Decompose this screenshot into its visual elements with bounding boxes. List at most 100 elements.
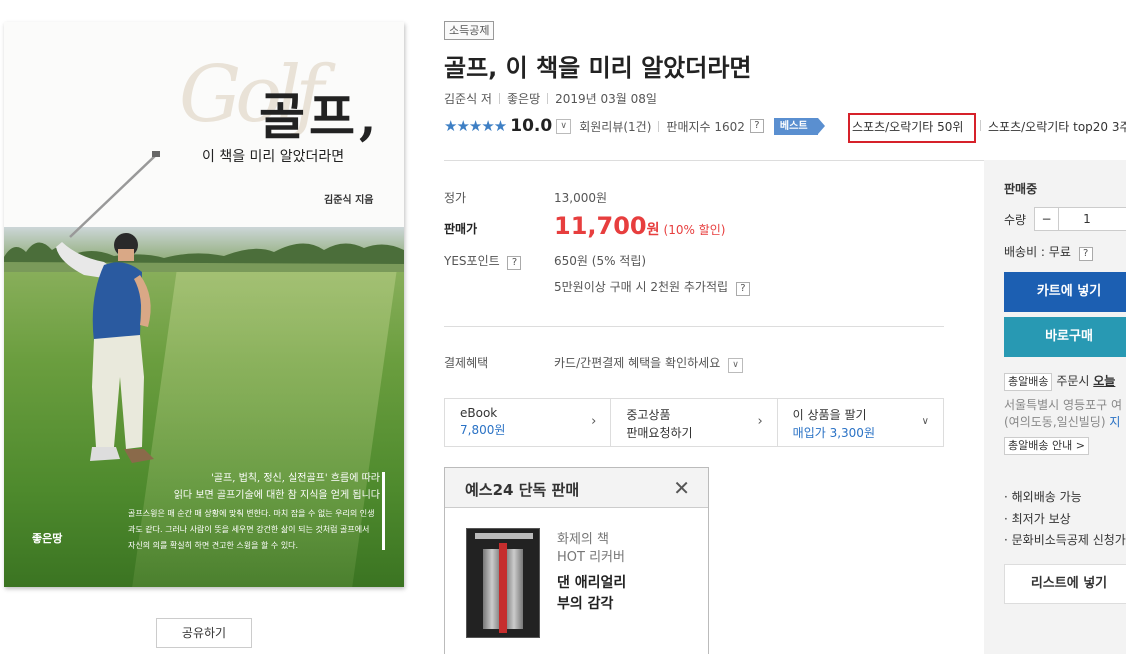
used-option-title: 중고상품 [626,408,671,422]
book-cover-image[interactable]: Golf 골프, 이 책을 미리 알았더라면 김준식 지음 '골프, 법칙, 정… [4,22,404,587]
delivery-address-line1: 서울특별시 영등포구 여 [1004,398,1123,412]
yes-point-value: 650원 (5% 적립) [554,254,647,268]
book-meta-row: 김준식 저 좋은땅 2019년 03월 08일 [444,90,657,107]
exclusive-header-title: 예스24 단독 판매 [465,481,580,499]
ebook-option-title: eBook [460,406,498,420]
publisher-link[interactable]: 좋은땅 [507,92,540,106]
discount-rate: (10% 할인) [663,223,726,237]
cover-blurb-line2: 읽다 보면 골프기술에 대한 참 지식을 얻게 됩니다 [173,490,380,501]
add-to-cart-button[interactable]: 카트에 넣기 [1004,272,1126,312]
exclusive-sale-popup: 예스24 단독 판매 ✕ 화제의 책 HOT 리커버 댄 애리얼리 부의 감각 [444,467,709,654]
publish-date: 2019년 03월 08일 [555,92,657,106]
other-formats-box: eBook 7,800원 › 중고상품 판매요청하기 › 이 상품을 팔기 매입… [444,398,944,447]
cover-blurb-main: '골프, 법칙, 정신, 실전골프' 흐름에 따라 읽다 보면 골프기술에 대한… [80,470,380,504]
sell-option-title: 이 상품을 팔기 [792,408,867,422]
sales-index: 판매지수 1602 [666,119,745,134]
sale-price: 11,700원 (10% 할인) [554,212,725,240]
rating-separator [658,120,660,132]
yes-point-help-icon[interactable]: ? [507,256,522,270]
sale-price-label: 판매가 [444,222,478,236]
cover-blurb-line1: '골프, 법칙, 정신, 실전골프' 흐름에 따라 [211,473,380,484]
list-price-value: 13,000원 [554,191,608,205]
rating-row: ★★★★★ 10.0 ∨ 회원리뷰(1건) 판매지수 1602 ? 베스트 [444,116,825,136]
rating-score: 10.0 [510,116,553,136]
quantity-stepper[interactable]: − 1 [1034,207,1126,231]
category-top20-link[interactable]: 스포츠/오락기타 top20 3주 [988,118,1126,135]
sale-status: 판매중 [1004,182,1038,196]
category-rank-link[interactable]: 스포츠/오락기타 50위 [852,118,963,135]
overseas-shipping: · 해외배송 가능 [1004,490,1082,504]
cover-vertical-bar [382,472,385,550]
express-delivery-chip: 총알배송 [1004,373,1053,391]
delivery-address-line2: (여의도동,일신빌딩) 지 [1004,413,1120,430]
review-count-link[interactable]: 회원리뷰(1건) [579,118,651,135]
quantity-minus-button[interactable]: − [1035,208,1059,230]
buy-now-button[interactable]: 바로구매 [1004,317,1126,357]
promo-book-title-line1[interactable]: 댄 애리얼리 [557,572,626,592]
share-button[interactable]: 공유하기 [156,618,252,648]
yes-point-label-text: YES포인트 [444,254,500,268]
payment-benefit-chevron-icon[interactable]: ∨ [728,358,744,373]
meta-separator [547,93,549,104]
golfer-illustration [56,151,160,463]
shipping-fee-text: 배송비 : 무료 [1004,245,1071,259]
rating-stars-icon: ★★★★★ [444,117,507,135]
cover-subtitle: 이 책을 미리 알았더라면 [202,149,345,165]
cover-author: 김준식 지음 [324,195,374,206]
ebook-option-price[interactable]: 7,800원 [460,421,610,438]
close-icon[interactable]: ✕ [673,476,690,500]
delivery-address-text: (여의도동,일신빌딩) [1004,415,1106,429]
shipping-help-icon[interactable]: ? [1078,247,1093,261]
shipping-fee: 배송비 : 무료 ? [1004,243,1093,261]
meta-separator [498,93,500,104]
promo-book-cover[interactable] [466,528,540,638]
culture-tax-deduction: · 문화비소득공제 신청가 [1004,533,1126,547]
yes-point-extra-help-icon[interactable]: ? [735,282,750,296]
sale-price-number: 11,700 [554,212,647,240]
author-link[interactable]: 김준식 저 [444,92,492,106]
yes-point-extra: 5만원이상 구매 시 2천원 추가적립 ? [554,278,750,296]
sell-option-price[interactable]: 매입가 3,300원 [793,424,943,441]
promo-book-title-line2[interactable]: 부의 감각 [557,593,613,613]
ebook-option[interactable]: eBook 7,800원 › [445,399,612,446]
delivery-text: 주문시 [1056,374,1090,388]
cover-publisher-logo: 좋은땅 [32,532,63,545]
delivery-guide[interactable]: 총알배송 안내 > [1004,437,1089,455]
used-option-sub: 판매요청하기 [626,426,693,440]
book-title: 골프, 이 책을 미리 알았더라면 [444,54,752,82]
chevron-right-icon: › [757,414,763,429]
cover-title: 골프, [259,87,381,146]
promo-line1: 화제의 책 [557,532,609,547]
add-to-list-button[interactable]: 리스트에 넣기 [1004,564,1126,604]
exclusive-header: 예스24 단독 판매 ✕ [445,468,708,508]
promo-line2: HOT 리커버 [557,550,625,565]
cover-blurb-small: 골프스윙은 매 순간 매 상황에 맞춰 변한다. 마치 잡을 수 없는 우리의 … [128,509,375,550]
rank-separator [980,120,981,131]
quantity-label: 수량 [1004,213,1027,227]
divider [444,160,984,161]
tax-deduction-tag: 소득공제 [444,21,495,40]
divider [444,326,944,327]
list-price-label: 정가 [444,191,467,205]
delivery-row: 총알배송 주문시 오늘 [1004,372,1115,391]
buy-panel: 판매중 수량 − 1 배송비 : 무료 ? 카트에 넣기 바로구매 총알배송 주… [984,160,1126,654]
yes-point-extra-text: 5만원이상 구매 시 2천원 추가적립 [554,280,729,294]
sell-option[interactable]: 이 상품을 팔기 매입가 3,300원 ∨ [778,399,943,446]
delivery-today: 오늘 [1093,374,1116,388]
sales-index-help-icon[interactable]: ? [749,119,764,133]
rating-dropdown-chevron-icon[interactable]: ∨ [556,118,572,134]
used-option[interactable]: 중고상품 판매요청하기 › [611,399,778,446]
quantity-input[interactable]: 1 [1059,208,1115,230]
best-badge: 베스트 [773,117,825,135]
chevron-down-icon: ∨ [921,416,929,427]
yes-point-label: YES포인트 ? [444,252,522,270]
sale-price-unit: 원 [646,222,660,238]
delivery-guide-button[interactable]: 총알배송 안내 > [1004,437,1089,455]
payment-benefit-value[interactable]: 카드/간편결제 혜택을 확인하세요 ∨ [554,354,744,373]
payment-benefit-label: 결제혜택 [444,356,489,370]
promo-book-top [475,533,533,539]
payment-benefit-text: 카드/간편결제 혜택을 확인하세요 [554,356,721,370]
promo-book-ribbon [499,543,507,633]
chevron-right-icon: › [591,414,597,429]
change-address-link[interactable]: 지 [1109,415,1120,429]
